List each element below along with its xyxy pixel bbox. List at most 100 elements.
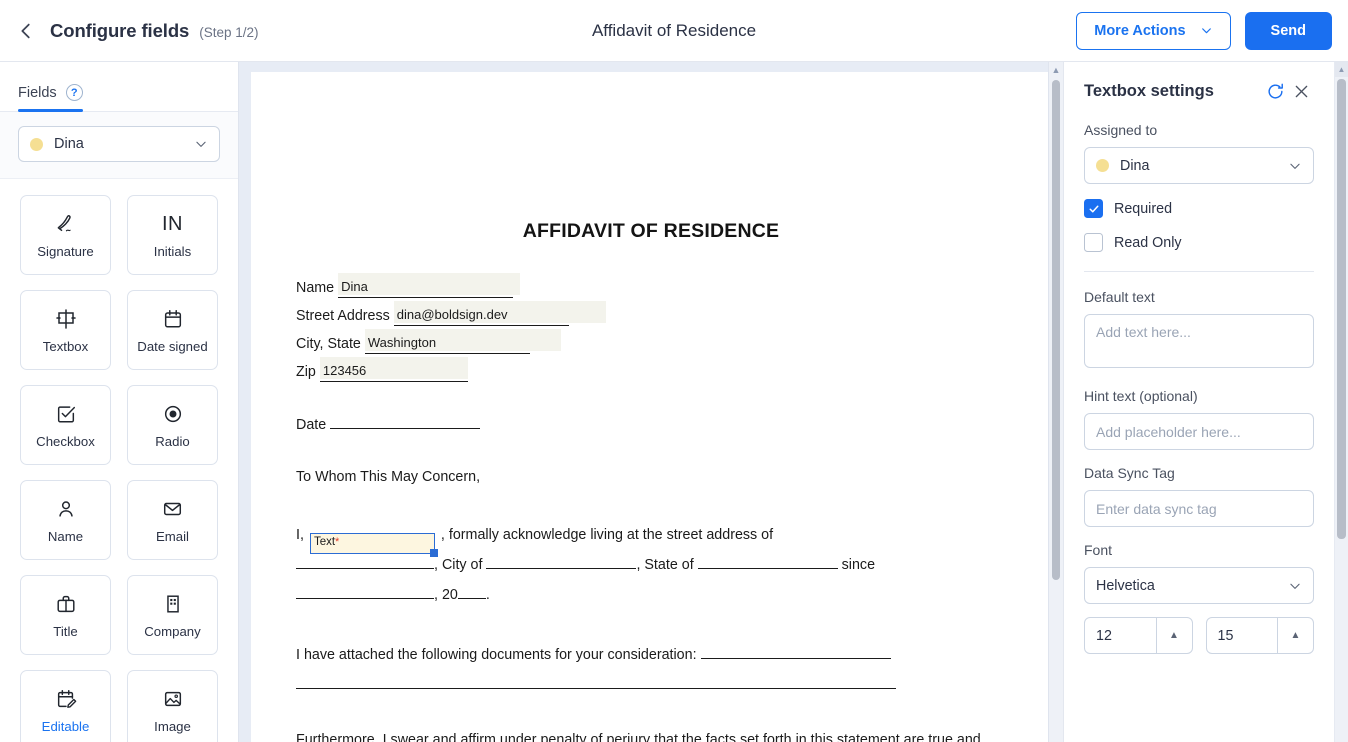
line-height-stepper[interactable]: 15 ▲ (1205, 617, 1314, 654)
chevron-down-icon (1201, 28, 1211, 34)
assignee-section: Dina (0, 112, 238, 179)
top-bar: Configure fields (Step 1/2) Affidavit of… (0, 0, 1348, 62)
field-company[interactable]: Company (127, 575, 218, 655)
settings-scrollbar[interactable]: ▲ (1334, 62, 1348, 742)
more-actions-button[interactable]: More Actions (1076, 11, 1231, 50)
field-email-label: Email (156, 529, 189, 544)
line-height-value: 15 (1217, 627, 1234, 644)
assigned-to-value: Dina (1120, 157, 1150, 174)
settings-header: Textbox settings (1084, 78, 1314, 104)
document-salutation: To Whom This May Concern, (296, 469, 481, 485)
font-label: Font (1084, 542, 1113, 558)
checkbox-icon (55, 401, 77, 427)
image-icon (162, 686, 184, 712)
field-editable-date[interactable]: Editable (20, 670, 111, 742)
document-date-line: Date (296, 410, 1006, 440)
chevron-down-icon (196, 141, 206, 147)
field-signature[interactable]: Signature (20, 195, 111, 275)
font-value: Helvetica (1096, 577, 1155, 594)
field-palette-grid: Signature IN Initials Textbox Date signe… (0, 195, 238, 742)
body-1: , formally acknowledge living at the str… (440, 527, 774, 543)
required-checkbox[interactable] (1084, 199, 1103, 218)
document-body: I, Text* , formally acknowledge living a… (296, 520, 1006, 610)
assignee-dropdown[interactable]: Dina (18, 126, 220, 162)
blank-attached-2 (296, 672, 896, 689)
field-radio-label: Radio (155, 434, 190, 449)
back-button[interactable] (6, 11, 46, 51)
default-text-group: Default text (1084, 289, 1314, 373)
editable-date-icon (55, 686, 77, 712)
signature-icon (53, 211, 78, 237)
field-palette-scroll[interactable]: Signature IN Initials Textbox Date signe… (0, 179, 238, 742)
line-height-increment-button[interactable]: ▲ (1277, 618, 1313, 653)
read-only-checkbox-row[interactable]: Read Only (1084, 233, 1314, 252)
font-size-value: 12 (1096, 627, 1112, 644)
tab-fields[interactable]: Fields ? (18, 84, 83, 112)
filled-field-street-address[interactable]: dina@boldsign.dev (393, 301, 606, 326)
field-radio[interactable]: Radio (127, 385, 218, 465)
field-checkbox-label: Checkbox (36, 434, 95, 449)
document-scrollbar-thumb[interactable] (1052, 80, 1060, 580)
read-only-label: Read Only (1114, 234, 1182, 251)
document-viewer: AFFIDAVIT OF RESIDENCE Name Dina Street … (239, 62, 1063, 742)
field-initials[interactable]: IN Initials (127, 195, 218, 275)
document-scrollbar[interactable]: ▲ (1048, 62, 1063, 742)
read-only-checkbox[interactable] (1084, 233, 1103, 252)
filled-field-zip[interactable]: 123456 (319, 357, 468, 382)
filled-field-city-state[interactable]: Washington (364, 329, 561, 354)
default-text-input[interactable] (1084, 314, 1314, 368)
check-icon (1089, 205, 1098, 212)
font-size-stepper[interactable]: 12 ▲ (1084, 617, 1193, 654)
close-icon[interactable] (1288, 78, 1314, 104)
field-label: City, State (296, 336, 361, 352)
blank-city (486, 552, 637, 569)
field-textbox[interactable]: Textbox (20, 290, 111, 370)
person-icon (55, 496, 77, 522)
textbox-settings-panel: Textbox settings Assigned to Dina Requir… (1063, 62, 1348, 742)
data-sync-tag-group: Data Sync Tag (1084, 465, 1314, 527)
field-label: Street Address (296, 308, 390, 324)
data-sync-tag-input[interactable] (1084, 490, 1314, 527)
refresh-icon[interactable] (1262, 78, 1288, 104)
field-date-signed-label: Date signed (137, 339, 208, 354)
field-value: dina@boldsign.dev (396, 307, 508, 322)
date-label: Date (296, 417, 327, 433)
document-body-line-2: , City of , State of since (296, 550, 1006, 580)
body-2b: , State of (636, 557, 694, 573)
blank-since (296, 582, 434, 599)
filled-field-name[interactable]: Dina (338, 273, 521, 298)
chevron-down-icon (1290, 583, 1300, 589)
font-size-increment-button[interactable]: ▲ (1155, 618, 1192, 653)
required-checkbox-row[interactable]: Required (1084, 199, 1314, 218)
body-pre: I, (296, 527, 304, 543)
field-signature-label: Signature (37, 244, 94, 259)
scroll-up-icon[interactable]: ▲ (1049, 62, 1063, 78)
chevron-down-icon (1290, 163, 1300, 169)
settings-scrollbar-thumb[interactable] (1337, 79, 1346, 539)
settings-scroll-up-icon[interactable]: ▲ (1335, 62, 1348, 77)
assigned-to-dropdown[interactable]: Dina (1084, 147, 1314, 184)
document-closing: Furthermore, I swear and affirm under pe… (296, 732, 981, 742)
field-textbox-label: Textbox (42, 339, 89, 354)
font-dropdown[interactable]: Helvetica (1084, 567, 1314, 604)
field-image-label: Image (154, 719, 191, 734)
assigned-to-label: Assigned to (1084, 122, 1158, 138)
field-date-signed[interactable]: Date signed (127, 290, 218, 370)
field-title[interactable]: Title (20, 575, 111, 655)
document-address-block: Name Dina Street Address dina@boldsign.d… (296, 273, 1006, 382)
field-image[interactable]: Image (127, 670, 218, 742)
field-email[interactable]: Email (127, 480, 218, 560)
field-checkbox[interactable]: Checkbox (20, 385, 111, 465)
document-field-row: City, State Washington (296, 329, 1006, 354)
document-heading: AFFIDAVIT OF RESIDENCE (522, 220, 780, 242)
resize-handle[interactable] (429, 549, 438, 557)
field-name[interactable]: Name (20, 480, 111, 560)
document-attached-line-2 (296, 670, 1006, 700)
hint-text-input[interactable] (1084, 413, 1314, 450)
blank-state (697, 552, 838, 569)
selected-textbox-field[interactable]: Text* (309, 533, 438, 557)
hint-text-group: Hint text (optional) (1084, 388, 1314, 450)
send-button[interactable]: Send (1244, 11, 1332, 50)
help-icon[interactable]: ? (65, 84, 83, 101)
document-field-row: Zip 123456 (296, 357, 1006, 382)
